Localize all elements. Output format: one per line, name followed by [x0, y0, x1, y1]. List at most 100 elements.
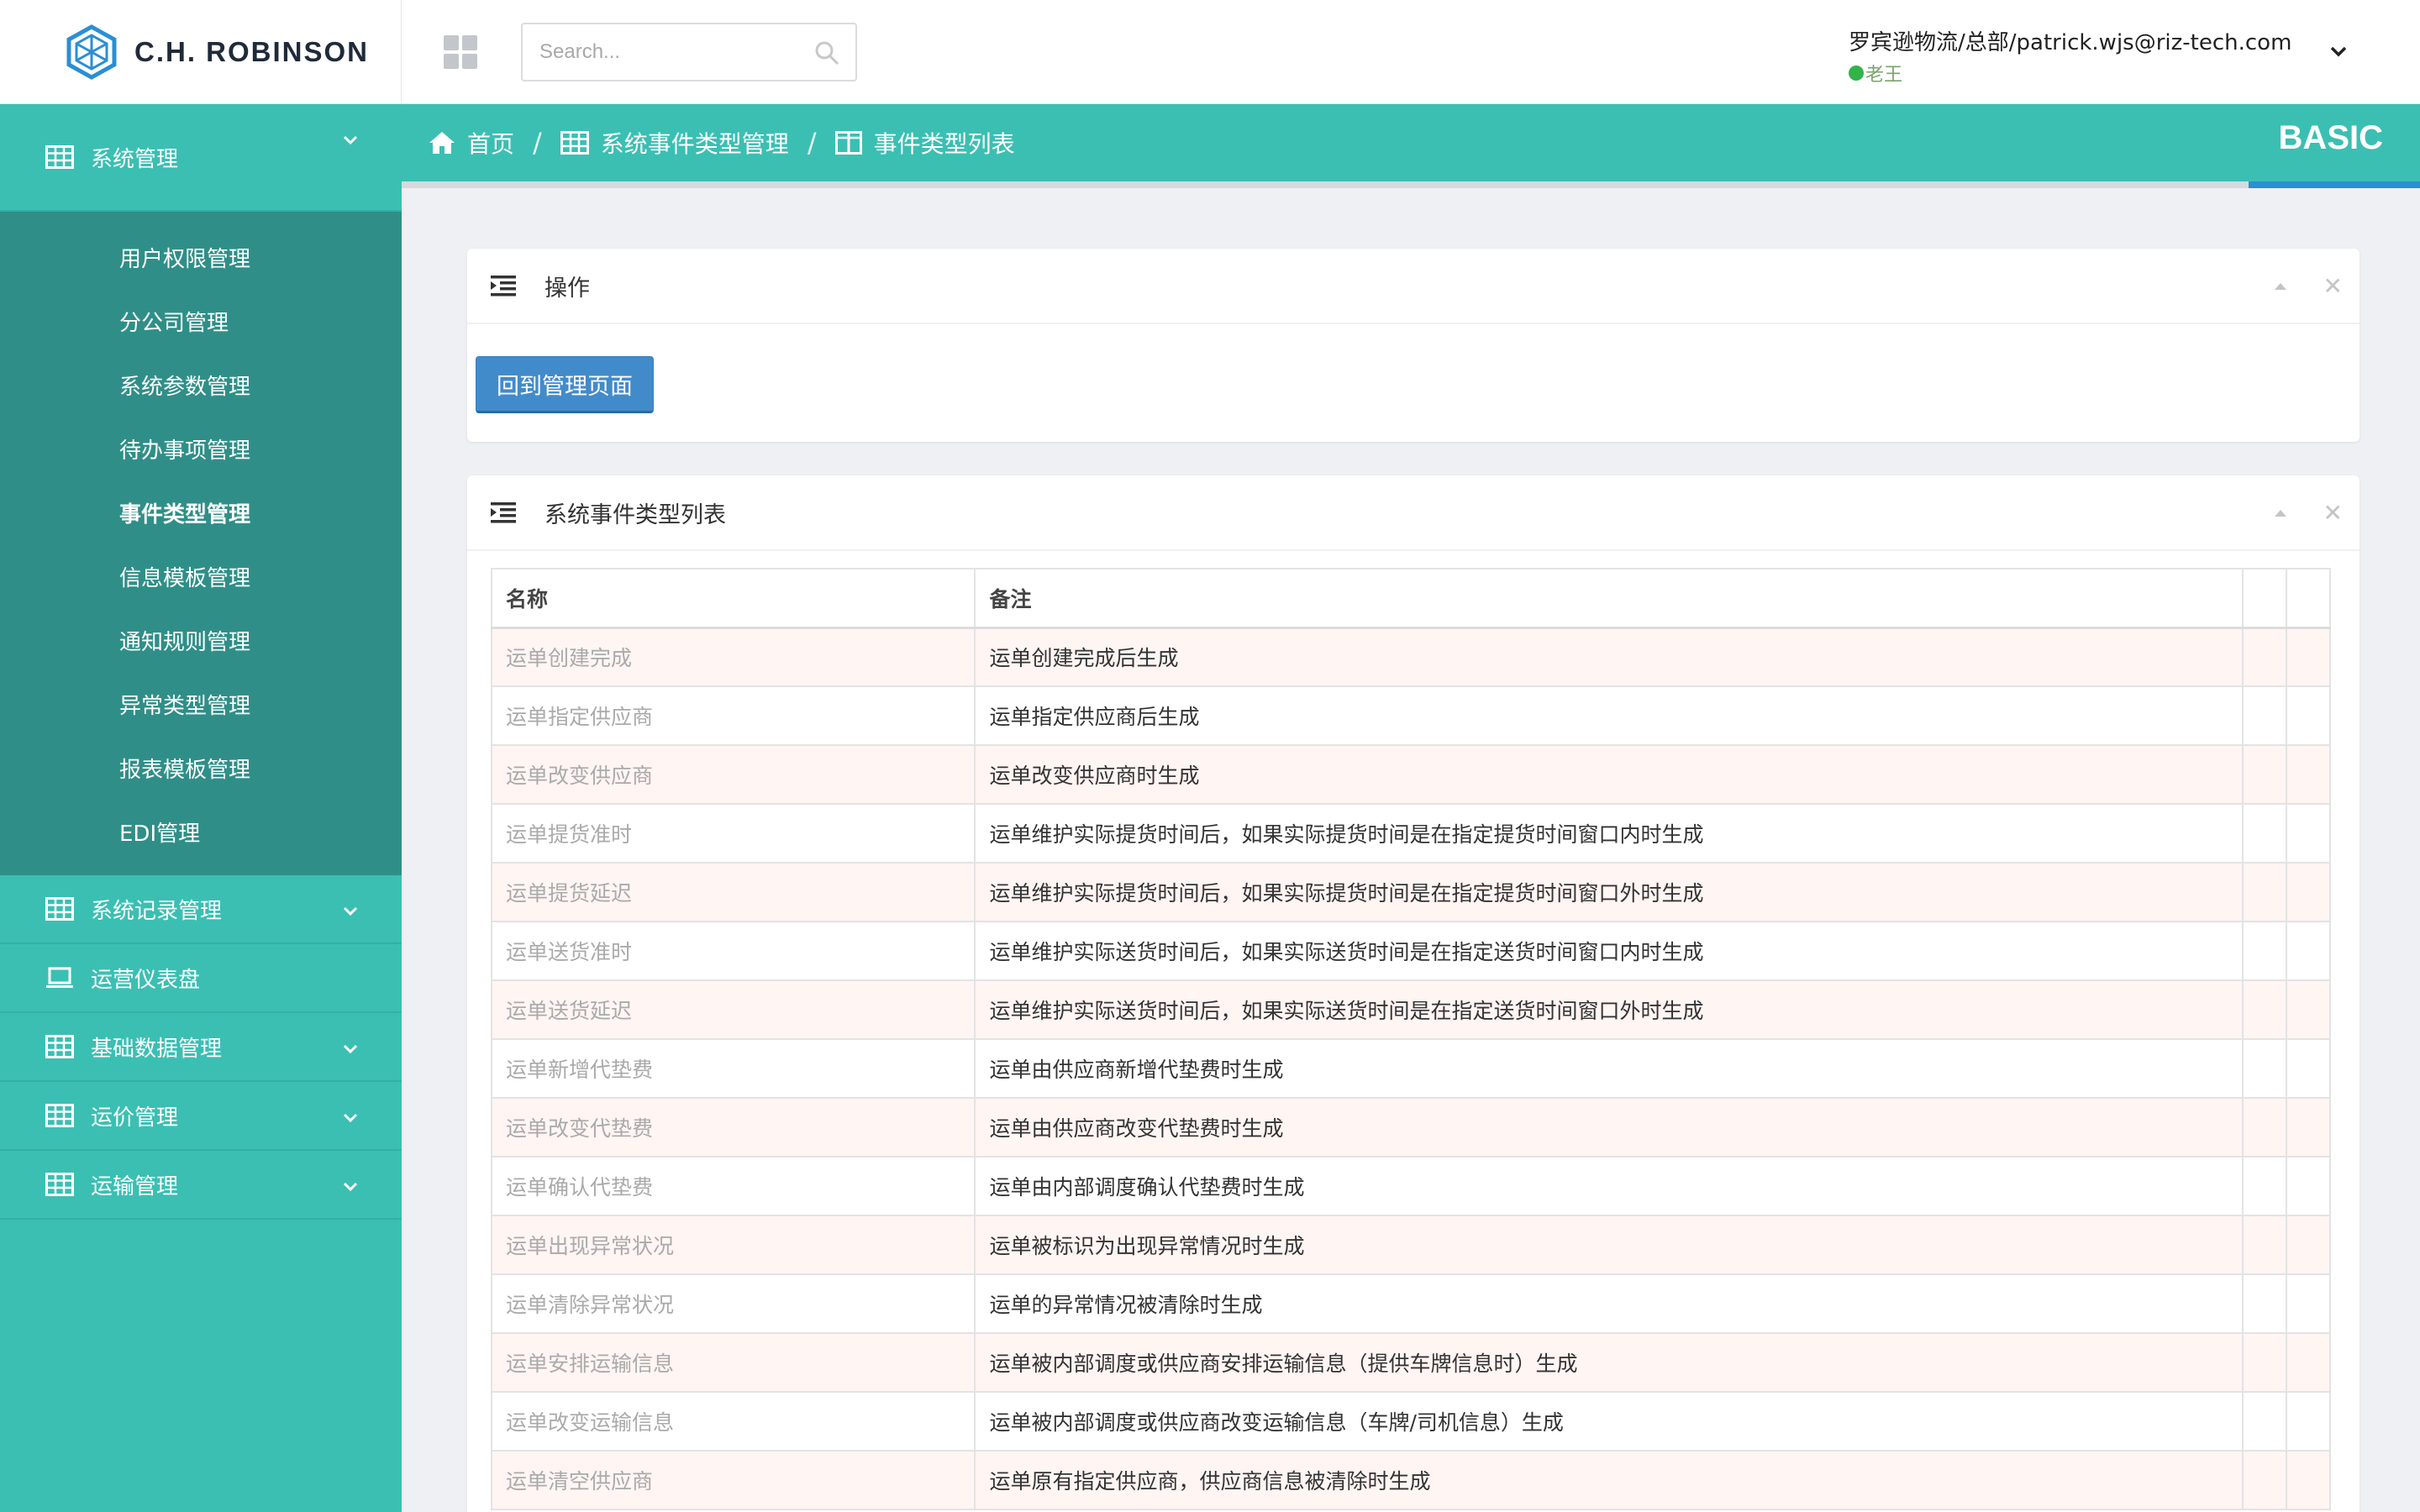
cell-action-2[interactable] — [2286, 921, 2331, 981]
table-row[interactable]: 运单改变代垫费 运单由供应商改变代垫费时生成 — [490, 1097, 2331, 1158]
column-header-name[interactable]: 名称 — [490, 568, 976, 629]
chevron-down-icon — [343, 906, 358, 916]
cell-action-1[interactable] — [2242, 1038, 2287, 1099]
cell-event-remark: 运单维护实际送货时间后，如果实际送货时间是在指定送货时间窗口外时生成 — [974, 979, 2244, 1040]
cell-action-1[interactable] — [2242, 1391, 2287, 1452]
breadcrumb-event-type-management[interactable]: 系统事件类型管理 — [560, 126, 789, 160]
table-row[interactable]: 运单清除异常状况 运单的异常情况被清除时生成 — [490, 1273, 2331, 1334]
table-row[interactable]: 运单提货准时 运单维护实际提货时间后，如果实际提货时间是在指定提货时间窗口内时生成 — [490, 803, 2331, 864]
submenu-item-message-templates[interactable]: 信息模板管理 — [0, 544, 402, 608]
sidebar-item-master-data[interactable]: 基础数据管理 — [0, 1013, 402, 1082]
cell-action-2[interactable] — [2286, 1391, 2331, 1452]
search-input[interactable] — [523, 24, 800, 80]
cell-action-1[interactable] — [2242, 803, 2287, 864]
sidebar-item-pricing[interactable]: 运价管理 — [0, 1082, 402, 1151]
cell-action-1[interactable] — [2242, 685, 2287, 746]
table-row[interactable]: 运单出现异常状况 运单被标识为出现异常情况时生成 — [490, 1215, 2331, 1275]
cell-action-2[interactable] — [2286, 1097, 2331, 1158]
close-icon[interactable]: ✕ — [2323, 275, 2343, 298]
cell-action-1[interactable] — [2242, 627, 2287, 687]
user-name: 罗宾逊物流/总部/patrick.wjs@riz-tech.com — [1849, 30, 2292, 55]
submenu-item-todo[interactable]: 待办事项管理 — [0, 417, 402, 480]
submenu-item-notification-rules[interactable]: 通知规则管理 — [0, 608, 402, 672]
table-row[interactable]: 运单指定供应商 运单指定供应商后生成 — [490, 685, 2331, 746]
cell-action-2[interactable] — [2286, 1332, 2331, 1393]
cell-action-1[interactable] — [2242, 1215, 2287, 1275]
cell-action-2[interactable] — [2286, 1156, 2331, 1216]
back-to-management-button[interactable]: 回到管理页面 — [476, 356, 654, 413]
sidebar-item-transport[interactable]: 运输管理 — [0, 1151, 402, 1220]
cell-action-2[interactable] — [2286, 627, 2331, 687]
sidebar-item-system-records[interactable]: 系统记录管理 — [0, 875, 402, 944]
cell-action-1[interactable] — [2242, 921, 2287, 981]
breadcrumb-home[interactable]: 首页 — [429, 126, 514, 160]
breadcrumb-event-type-list[interactable]: 事件类型列表 — [834, 126, 1015, 160]
cell-event-name: 运单改变供应商 — [490, 744, 976, 805]
table-row[interactable]: 运单安排运输信息 运单被内部调度或供应商安排运输信息（提供车牌信息时）生成 — [490, 1332, 2331, 1393]
submenu-item-edi[interactable]: EDI管理 — [0, 800, 402, 864]
cell-event-name: 运单新增代垫费 — [490, 1038, 976, 1099]
laptop-icon — [46, 967, 73, 988]
user-menu[interactable]: 罗宾逊物流/总部/patrick.wjs@riz-tech.com 老王 — [1849, 25, 2319, 87]
submenu-item-exception-types[interactable]: 异常类型管理 — [0, 672, 402, 736]
cell-action-1[interactable] — [2242, 1273, 2287, 1334]
cell-action-1[interactable] — [2242, 1156, 2287, 1216]
search-icon[interactable] — [813, 39, 840, 66]
cell-event-name: 运单改变代垫费 — [490, 1097, 976, 1158]
collapse-caret-up-icon[interactable] — [2271, 504, 2290, 522]
collapse-caret-up-icon[interactable] — [2271, 277, 2290, 296]
submenu-item-system-params[interactable]: 系统参数管理 — [0, 353, 402, 417]
table-row[interactable]: 运单改变运输信息 运单被内部调度或供应商改变运输信息（车牌/司机信息）生成 — [490, 1391, 2331, 1452]
cell-action-2[interactable] — [2286, 685, 2331, 746]
sidebar-toggle-grid-icon[interactable] — [444, 35, 477, 69]
panel-header: 系统事件类型列表 ✕ — [467, 475, 2360, 551]
table-row[interactable]: 运单创建完成 运单创建完成后生成 — [490, 627, 2331, 687]
table-row[interactable]: 运单送货延迟 运单维护实际送货时间后，如果实际送货时间是在指定送货时间窗口外时生成 — [490, 979, 2331, 1040]
panel-header: 操作 ✕ — [467, 249, 2360, 324]
cell-action-2[interactable] — [2286, 1215, 2331, 1275]
table-row[interactable]: 运单提货延迟 运单维护实际提货时间后，如果实际提货时间是在指定提货时间窗口外时生成 — [490, 862, 2331, 922]
header-accent-bar — [2249, 181, 2420, 188]
cell-action-1[interactable] — [2242, 1332, 2287, 1393]
table-header-row: 名称 备注 — [490, 568, 2331, 629]
sidebar-item-system-management[interactable]: 系统管理 — [0, 104, 402, 212]
cell-action-2[interactable] — [2286, 1450, 2331, 1510]
table-row[interactable]: 运单清空供应商 运单原有指定供应商，供应商信息被清除时生成 — [490, 1450, 2331, 1510]
cell-action-2[interactable] — [2286, 979, 2331, 1040]
table-row[interactable]: 运单送货准时 运单维护实际送货时间后，如果实际送货时间是在指定送货时间窗口内时生成 — [490, 921, 2331, 981]
table-row[interactable]: 运单改变供应商 运单改变供应商时生成 — [490, 744, 2331, 805]
table-body: 运单创建完成 运单创建完成后生成 运单指定供应商 运单指定供应商后生成 运单改变供应商运… — [490, 627, 2331, 1510]
cell-action-2[interactable] — [2286, 803, 2331, 864]
submenu-item-event-types[interactable]: 事件类型管理 — [0, 480, 402, 544]
table-icon — [45, 145, 74, 169]
cell-event-remark: 运单维护实际提货时间后，如果实际提货时间是在指定提货时间窗口内时生成 — [974, 803, 2244, 864]
cell-action-1[interactable] — [2242, 862, 2287, 922]
cell-action-2[interactable] — [2286, 1273, 2331, 1334]
cell-event-name: 运单送货准时 — [490, 921, 976, 981]
cell-action-1[interactable] — [2242, 979, 2287, 1040]
chevron-down-icon[interactable] — [2328, 40, 2349, 62]
chevron-down-icon — [343, 1044, 358, 1054]
panel-tools: ✕ — [2271, 275, 2343, 298]
close-icon[interactable]: ✕ — [2323, 501, 2343, 525]
cell-action-2[interactable] — [2286, 1038, 2331, 1099]
cell-action-1[interactable] — [2242, 744, 2287, 805]
sidebar-item-ops-dashboard[interactable]: 运营仪表盘 — [0, 944, 402, 1013]
cell-action-2[interactable] — [2286, 862, 2331, 922]
panel-tools: ✕ — [2271, 501, 2343, 525]
cell-event-name: 运单送货延迟 — [490, 979, 976, 1040]
submenu-item-user-permissions[interactable]: 用户权限管理 — [0, 225, 402, 289]
cell-action-2[interactable] — [2286, 744, 2331, 805]
table-row[interactable]: 运单新增代垫费 运单由供应商新增代垫费时生成 — [490, 1038, 2331, 1099]
brand-logo[interactable]: C.H. ROBINSON — [0, 0, 402, 104]
cell-action-1[interactable] — [2242, 1450, 2287, 1510]
list-indent-icon — [491, 502, 516, 523]
chevron-down-icon — [343, 135, 358, 145]
submenu-item-report-templates[interactable]: 报表模板管理 — [0, 736, 402, 800]
table-row[interactable]: 运单确认代垫费 运单由内部调度确认代垫费时生成 — [490, 1156, 2331, 1216]
cell-action-1[interactable] — [2242, 1097, 2287, 1158]
breadcrumb: 首页 / 系统事件类型管理 / 事件类型列表 — [429, 126, 1015, 160]
breadcrumb-label: 系统事件类型管理 — [600, 130, 789, 158]
submenu-item-branch-office[interactable]: 分公司管理 — [0, 289, 402, 353]
column-header-remark[interactable]: 备注 — [974, 568, 2244, 629]
